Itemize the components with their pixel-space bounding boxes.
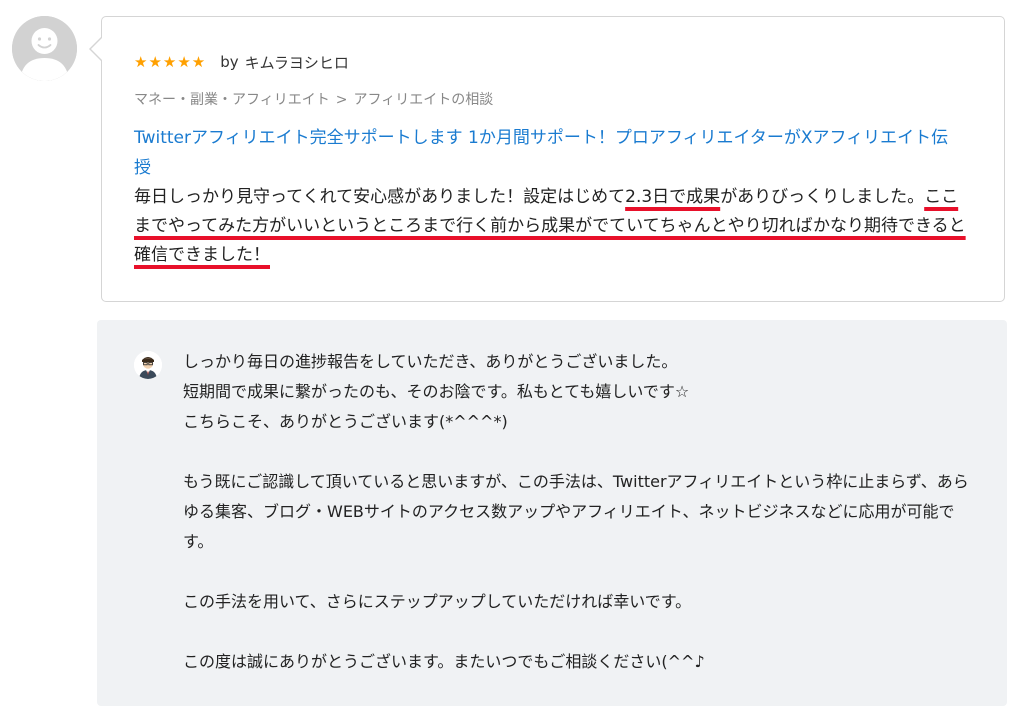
review-highlight: 2.3日で成果 — [625, 187, 721, 207]
review-text: がありびっくりしました。 — [720, 187, 925, 207]
review-text: 毎日しっかり見守ってくれて安心感がありました！設定はじめて — [134, 187, 626, 207]
reply-spacer — [183, 617, 973, 647]
reply-line: この度は誠にありがとうございます。またいつでもご相談ください(^^♪ — [183, 652, 705, 671]
reply-line: しっかり毎日の進捗報告をしていただき、ありがとうございました。 — [183, 352, 678, 371]
breadcrumb-item-category[interactable]: マネー・副業・アフィリエイト — [134, 92, 330, 108]
reply-spacer — [183, 437, 973, 467]
breadcrumb: マネー・副業・アフィリエイト > アフィリエイトの相談 — [134, 90, 493, 110]
reviewer-name: キムラヨシヒロ — [244, 53, 349, 72]
service-title-link[interactable]: Twitterアフィリエイト完全サポートします 1か月間サポート！プロアフィリエ… — [134, 123, 964, 183]
bubble-tip-fill — [91, 38, 102, 60]
seller-reply: しっかり毎日の進捗報告をしていただき、ありがとうございました。 短期間で成果に繋… — [97, 320, 1007, 706]
star-rating: ★★★★★ — [134, 53, 207, 71]
seller-avatar-icon — [134, 351, 162, 379]
reply-line: もう既にご認識して頂いていると思いますが、この手法は、Twitterアフィリエイ… — [183, 472, 969, 551]
breadcrumb-separator: > — [335, 92, 348, 108]
review-body: 毎日しっかり見守ってくれて安心感がありました！設定はじめて2.3日で成果がありび… — [134, 183, 974, 270]
reviewer-avatar-icon — [12, 16, 77, 81]
reply-line: 短期間で成果に繋がったのも、そのお陰です。私もとても嬉しいです☆ — [183, 382, 690, 401]
by-label: by — [220, 53, 239, 71]
reply-spacer — [183, 557, 973, 587]
review-card: ★★★★★ by キムラヨシヒロ マネー・副業・アフィリエイト > アフィリエイトの… — [101, 16, 1005, 302]
reply-text: しっかり毎日の進捗報告をしていただき、ありがとうございました。 短期間で成果に繋… — [183, 347, 973, 677]
rating-row: ★★★★★ by キムラヨシヒロ — [134, 51, 349, 73]
reply-line: この手法を用いて、さらにステップアップしていただければ幸いです。 — [183, 592, 692, 611]
breadcrumb-item-subcategory[interactable]: アフィリエイトの相談 — [353, 92, 493, 108]
reply-line: こちらこそ、ありがとうございます(*^^^*) — [183, 412, 508, 431]
